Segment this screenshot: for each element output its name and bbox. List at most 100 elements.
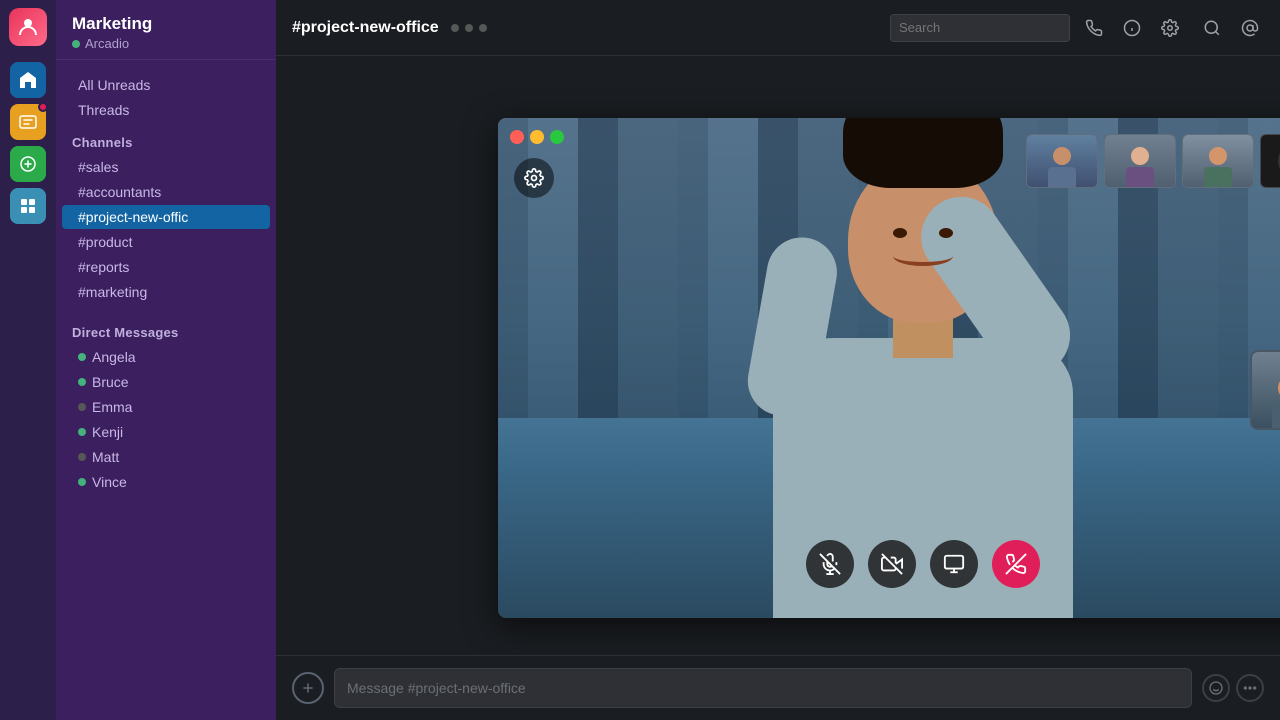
p3-person bbox=[1202, 147, 1234, 187]
dot1 bbox=[451, 24, 459, 32]
participant-thumb-br[interactable] bbox=[1250, 350, 1280, 430]
participant-thumb-3[interactable] bbox=[1182, 134, 1254, 188]
participant-thumb-2[interactable] bbox=[1104, 134, 1176, 188]
sidebar-item-angela[interactable]: Angela bbox=[62, 345, 270, 369]
mute-button[interactable] bbox=[806, 540, 854, 588]
dm-vince-label: Vince bbox=[92, 474, 127, 490]
channels-label: Channels bbox=[56, 127, 276, 154]
dot2 bbox=[465, 24, 473, 32]
user-status: Arcadio bbox=[72, 36, 260, 51]
all-unreads-label: All Unreads bbox=[78, 77, 150, 93]
message-input[interactable] bbox=[334, 668, 1192, 708]
share-screen-button[interactable] bbox=[930, 540, 978, 588]
dm-angela-label: Angela bbox=[92, 349, 136, 365]
phone-icon-btn[interactable] bbox=[1080, 14, 1108, 42]
participant-1-inner bbox=[1027, 135, 1097, 187]
sidebar-item-matt[interactable]: Matt bbox=[62, 445, 270, 469]
sidebar-item-vince[interactable]: Vince bbox=[62, 470, 270, 494]
participant-thumb-1[interactable] bbox=[1026, 134, 1098, 188]
channel-project-label: #project-new-offic bbox=[78, 209, 188, 225]
content-area: Channel Meeting You are in this call Sta… bbox=[276, 56, 1280, 655]
dm-bruce-label: Bruce bbox=[92, 374, 129, 390]
search-icon-btn[interactable] bbox=[1198, 14, 1226, 42]
video-call-overlay bbox=[498, 118, 1280, 618]
settings-icon-btn[interactable] bbox=[1156, 14, 1184, 42]
p2-bg bbox=[1105, 135, 1175, 187]
channel-reports-label: #reports bbox=[78, 259, 129, 275]
threads-label: Threads bbox=[78, 102, 129, 118]
br-bg bbox=[1252, 352, 1280, 428]
icon-bar bbox=[0, 0, 56, 720]
speaker-smile bbox=[893, 246, 953, 266]
participant-thumb-4[interactable] bbox=[1260, 134, 1280, 188]
channel-marketing-label: #marketing bbox=[78, 284, 147, 300]
sidebar-item-marketing[interactable]: #marketing bbox=[62, 280, 270, 304]
username: Arcadio bbox=[85, 36, 129, 51]
status-indicator bbox=[72, 40, 80, 48]
sidebar-header: Marketing Arcadio bbox=[56, 0, 276, 60]
p1-body bbox=[1048, 167, 1076, 188]
main-content: #project-new-office bbox=[276, 0, 1280, 720]
close-window-btn[interactable] bbox=[510, 130, 524, 144]
sidebar-item-project-new-office[interactable]: #project-new-offic bbox=[62, 205, 270, 229]
dm-matt-label: Matt bbox=[92, 449, 119, 465]
sidebar-item-product[interactable]: #product bbox=[62, 230, 270, 254]
sidebar-item-kenji[interactable]: Kenji bbox=[62, 420, 270, 444]
channels-list: #sales #accountants #project-new-offic #… bbox=[56, 154, 276, 305]
p3-head bbox=[1209, 147, 1227, 165]
workspace-avatar[interactable] bbox=[9, 8, 47, 46]
p2-body bbox=[1126, 167, 1154, 188]
header-dots bbox=[451, 24, 487, 32]
minimize-window-btn[interactable] bbox=[530, 130, 544, 144]
kenji-status-dot bbox=[78, 428, 86, 436]
add-attachment-button[interactable] bbox=[292, 672, 324, 704]
br-body bbox=[1272, 402, 1280, 430]
nav-home[interactable] bbox=[10, 62, 46, 98]
channel-header: #project-new-office bbox=[276, 0, 1280, 56]
sidebar-item-emma[interactable]: Emma bbox=[62, 395, 270, 419]
emoji-button[interactable] bbox=[1202, 674, 1230, 702]
header-actions bbox=[890, 14, 1264, 42]
dot3 bbox=[479, 24, 487, 32]
sidebar-item-threads[interactable]: Threads bbox=[62, 98, 270, 122]
matt-status-dot bbox=[78, 453, 86, 461]
p1-head bbox=[1053, 147, 1071, 165]
dm-list: Angela Bruce Emma Kenji Matt Vince bbox=[56, 344, 276, 495]
info-icon-btn[interactable] bbox=[1118, 14, 1146, 42]
sidebar-item-all-unreads[interactable]: All Unreads bbox=[62, 73, 270, 97]
nav-channel3[interactable] bbox=[10, 146, 46, 182]
maximize-window-btn[interactable] bbox=[550, 130, 564, 144]
p2-person bbox=[1124, 147, 1156, 187]
end-call-button[interactable] bbox=[992, 540, 1040, 588]
p2-head bbox=[1131, 147, 1149, 165]
video-toggle-button[interactable] bbox=[868, 540, 916, 588]
channel-sales-label: #sales bbox=[78, 159, 118, 175]
p3-body bbox=[1204, 167, 1232, 188]
sidebar-item-sales[interactable]: #sales bbox=[62, 155, 270, 179]
bruce-status-dot bbox=[78, 378, 86, 386]
dm-label: Direct Messages bbox=[56, 317, 276, 344]
video-gear-button[interactable] bbox=[514, 158, 554, 198]
emma-status-dot bbox=[78, 403, 86, 411]
participant-2-inner bbox=[1105, 135, 1175, 187]
at-icon-btn[interactable] bbox=[1236, 14, 1264, 42]
nav-dms[interactable] bbox=[10, 104, 46, 140]
participant-4-inner bbox=[1261, 135, 1280, 187]
speaker-eye-right bbox=[939, 228, 953, 238]
vince-status-dot bbox=[78, 478, 86, 486]
nav-channel4[interactable] bbox=[10, 188, 46, 224]
call-controls bbox=[806, 540, 1040, 588]
sidebar-item-reports[interactable]: #reports bbox=[62, 255, 270, 279]
sidebar-item-bruce[interactable]: Bruce bbox=[62, 370, 270, 394]
top-nav-section: All Unreads Threads bbox=[56, 60, 276, 127]
dm-emma-label: Emma bbox=[92, 399, 132, 415]
message-input-area bbox=[276, 655, 1280, 720]
angela-status-dot bbox=[78, 353, 86, 361]
sidebar: Marketing Arcadio All Unreads Threads Ch… bbox=[56, 0, 276, 720]
more-options-button[interactable] bbox=[1236, 674, 1264, 702]
participant-3-inner bbox=[1183, 135, 1253, 187]
header-search[interactable] bbox=[890, 14, 1070, 42]
p1-person bbox=[1046, 147, 1078, 187]
sidebar-item-accountants[interactable]: #accountants bbox=[62, 180, 270, 204]
window-controls bbox=[510, 130, 564, 144]
